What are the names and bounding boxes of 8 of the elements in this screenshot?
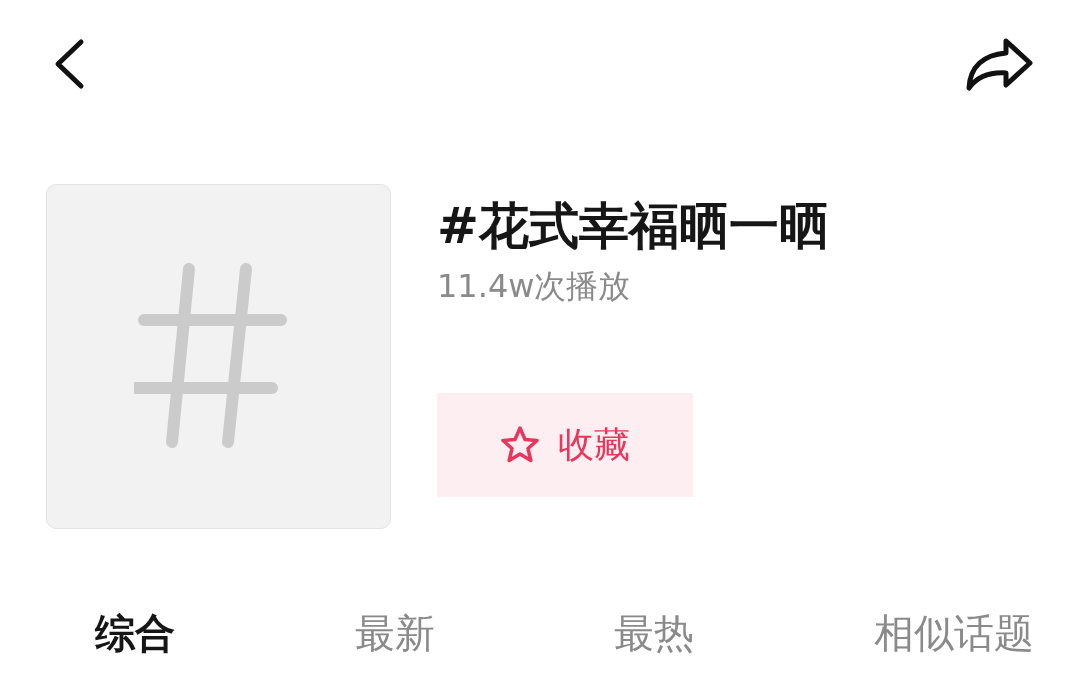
play-count: 11.4w次播放 [437, 266, 631, 307]
tab[interactable]: 综合 [95, 605, 175, 661]
topic-title: #花式幸福晒一晒 [437, 196, 829, 257]
tab[interactable]: 相似话题 [873, 605, 1034, 661]
tab[interactable]: 最新 [354, 605, 435, 661]
tab[interactable]: 最热 [614, 605, 695, 661]
share-icon[interactable] [964, 36, 1034, 92]
favorite-button[interactable]: 收藏 [437, 393, 693, 497]
